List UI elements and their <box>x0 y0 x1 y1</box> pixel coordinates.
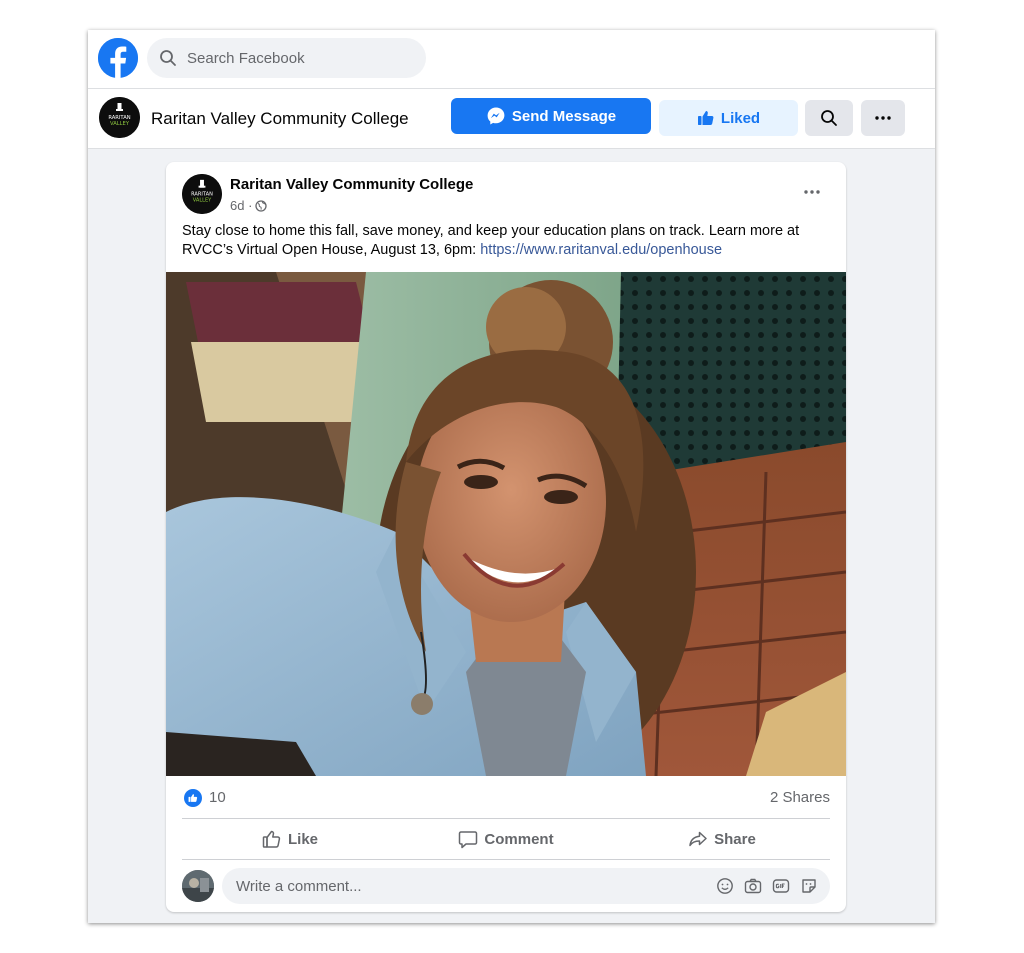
comment-box[interactable] <box>222 868 830 904</box>
sticker-icon[interactable] <box>800 877 818 895</box>
divider <box>182 859 830 860</box>
post-logo-text-bottom: VALLEY <box>193 197 212 203</box>
send-message-button[interactable]: Send Message <box>451 98 651 134</box>
like-label: Like <box>287 830 318 848</box>
current-user-avatar[interactable] <box>182 870 214 902</box>
comment-icon <box>459 831 478 849</box>
globe-icon <box>255 199 268 212</box>
post-action-bar: Like Comment Share <box>182 819 830 859</box>
share-label: Share <box>714 830 756 848</box>
facebook-window: RARITAN VALLEY Raritan Valley Community … <box>88 30 935 923</box>
post-text: Stay close to home this fall, save money… <box>182 222 830 260</box>
post-author-name[interactable]: Raritan Valley Community College <box>230 176 473 193</box>
comment-label: Comment <box>484 830 554 848</box>
share-button[interactable]: Share <box>614 819 830 859</box>
share-count[interactable]: 2 Shares <box>770 789 830 806</box>
post-author-avatar[interactable]: RARITAN VALLEY <box>182 174 222 214</box>
comment-tools <box>716 877 818 895</box>
post-photo[interactable] <box>166 272 846 776</box>
page-avatar[interactable]: RARITAN VALLEY <box>99 97 140 138</box>
camera-icon[interactable] <box>744 877 762 895</box>
search-icon <box>160 50 176 66</box>
more-dots-icon <box>804 190 820 194</box>
top-navigation-bar <box>88 30 935 89</box>
comment-input[interactable] <box>234 876 698 896</box>
search-bar[interactable] <box>147 38 426 78</box>
more-dots-icon <box>875 116 891 120</box>
search-icon <box>821 110 837 126</box>
page-header-bar: RARITAN VALLEY Raritan Valley Community … <box>88 89 935 149</box>
post-meta: 6d · <box>230 198 268 213</box>
like-count[interactable]: 10 <box>209 789 226 806</box>
page-search-button[interactable] <box>805 100 853 136</box>
page-name[interactable]: Raritan Valley Community College <box>151 109 409 129</box>
send-message-label: Send Message <box>511 107 617 125</box>
post-options-button[interactable] <box>794 178 830 206</box>
liked-button[interactable]: Liked <box>659 100 798 136</box>
messenger-icon <box>487 107 505 125</box>
post-stats: 10 2 Shares <box>182 786 830 810</box>
like-reaction-icon[interactable] <box>184 789 202 807</box>
search-input[interactable] <box>185 48 419 68</box>
post-card: RARITAN VALLEY Raritan Valley Community … <box>166 162 846 912</box>
comment-button[interactable]: Comment <box>398 819 614 859</box>
post-link[interactable]: https://www.raritanval.edu/openhouse <box>480 242 722 258</box>
thumbs-up-icon <box>697 111 714 125</box>
share-icon <box>689 831 707 847</box>
page-logo-text-bottom: VALLEY <box>110 121 130 127</box>
gif-icon[interactable] <box>772 877 790 895</box>
thumbs-up-outline-icon <box>262 830 281 848</box>
page-more-button[interactable] <box>861 100 905 136</box>
liked-label: Liked <box>720 109 761 127</box>
like-button[interactable]: Like <box>182 819 398 859</box>
post-timestamp[interactable]: 6d · <box>230 198 252 213</box>
comment-composer <box>182 868 830 904</box>
facebook-logo-icon[interactable] <box>98 38 138 78</box>
emoji-icon[interactable] <box>716 877 734 895</box>
